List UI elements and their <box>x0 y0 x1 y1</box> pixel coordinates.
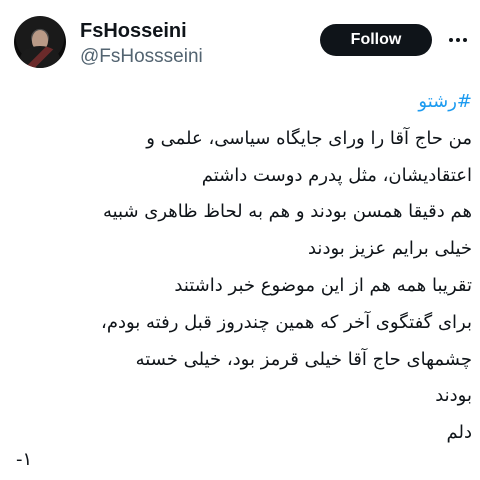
tweet-line: برای گفتگوی آخر که همین چندروز قبل رفته … <box>101 311 472 333</box>
hashtag-link[interactable]: #رشتو <box>12 84 472 121</box>
tweet-line: من حاج آقا را ورای جایگاه سیاسی، علمی و <box>146 127 472 149</box>
tweet-line: دلم <box>446 422 472 444</box>
tweet-line: چشمهای حاج آقا خیلی قرمز بود، خیلی خسته <box>135 348 472 370</box>
thread-number: ۱- <box>16 449 33 470</box>
tweet-line: بودند <box>435 385 472 407</box>
tweet-header: FsHosseini @FsHossseini Follow <box>0 0 480 80</box>
author-handle[interactable]: @FsHossseini <box>80 46 203 68</box>
tweet-line: تقریبا همه هم از این موضوع خبر داشتند <box>174 274 472 296</box>
tweet-line: اعتقادیشان، مثل پدرم دوست داشتم <box>201 164 472 186</box>
tweet-text: #رشتو من حاج آقا را ورای جایگاه سیاسی، ع… <box>12 84 472 452</box>
tweet-line: هم دقیقا همسن بودند و هم به لحاظ ظاهری ش… <box>102 201 472 223</box>
avatar[interactable] <box>14 16 66 68</box>
follow-button[interactable]: Follow <box>320 24 432 56</box>
tweet-line: خیلی برایم عزیز بودند <box>307 238 472 260</box>
avatar-scarf <box>20 46 60 68</box>
author-display-name[interactable]: FsHosseini <box>80 20 187 42</box>
more-dots-icon[interactable] <box>446 28 470 52</box>
